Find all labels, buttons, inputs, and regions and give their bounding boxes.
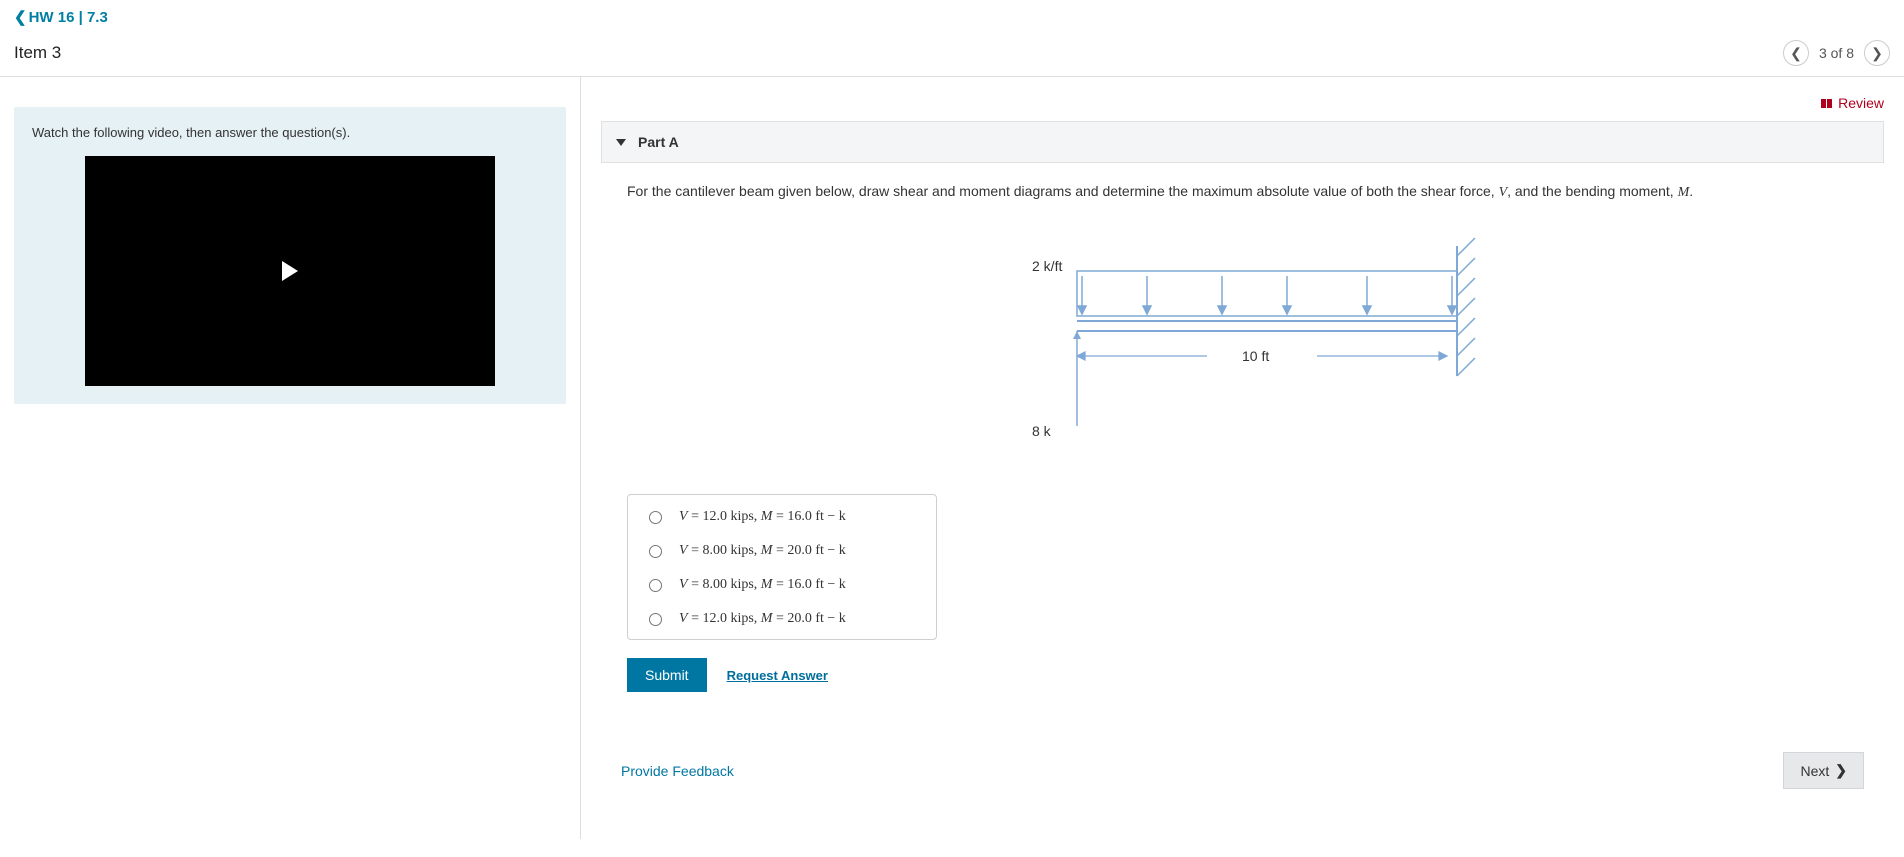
next-item-button[interactable]: ❯ — [1864, 40, 1890, 66]
chevron-left-icon: ❮ — [14, 9, 27, 26]
item-title: Item 3 — [14, 43, 61, 63]
next-button[interactable]: Next ❯ — [1783, 752, 1864, 789]
choice-4[interactable]: V = 12.0 kips, M = 20.0 ft − k — [628, 601, 936, 635]
diagram-load-label: 2 k/ft — [1032, 258, 1062, 274]
choice-4-text: V = 12.0 kips, M = 20.0 ft − k — [679, 609, 846, 627]
instruction-text: Watch the following video, then answer t… — [32, 125, 548, 140]
item-pager: ❮ 3 of 8 ❯ — [1783, 40, 1890, 66]
collapse-icon — [616, 139, 626, 146]
pager-text: 3 of 8 — [1819, 45, 1854, 61]
part-a-header[interactable]: Part A — [601, 121, 1884, 163]
request-answer-link[interactable]: Request Answer — [727, 668, 828, 683]
review-label: Review — [1838, 95, 1884, 111]
breadcrumb-back-link[interactable]: ❮HW 16 | 7.3 — [14, 9, 108, 26]
choice-2[interactable]: V = 8.00 kips, M = 20.0 ft − k — [628, 533, 936, 567]
submit-button[interactable]: Submit — [627, 658, 707, 692]
choice-2-text: V = 8.00 kips, M = 20.0 ft − k — [679, 541, 846, 559]
choice-1[interactable]: V = 12.0 kips, M = 16.0 ft − k — [628, 499, 936, 533]
choice-3-radio[interactable] — [649, 579, 662, 592]
instruction-panel: Watch the following video, then answer t… — [14, 107, 566, 404]
answer-choices: V = 12.0 kips, M = 16.0 ft − k V = 8.00 … — [627, 494, 937, 640]
choice-1-text: V = 12.0 kips, M = 16.0 ft − k — [679, 507, 846, 525]
review-icon — [1821, 99, 1832, 108]
choice-4-radio[interactable] — [649, 613, 662, 626]
play-icon — [282, 261, 298, 281]
diagram-length-label: 10 ft — [1242, 348, 1269, 364]
provide-feedback-link[interactable]: Provide Feedback — [621, 763, 734, 779]
part-a-label: Part A — [638, 134, 679, 150]
beam-diagram: 2 k/ft — [1027, 231, 1858, 464]
choice-2-radio[interactable] — [649, 545, 662, 558]
question-prompt: For the cantilever beam given below, dra… — [627, 183, 1858, 201]
video-player[interactable] — [85, 156, 495, 386]
chevron-right-icon: ❯ — [1835, 762, 1847, 779]
choice-3[interactable]: V = 8.00 kips, M = 16.0 ft − k — [628, 567, 936, 601]
prev-item-button[interactable]: ❮ — [1783, 40, 1809, 66]
next-label: Next — [1800, 763, 1829, 779]
choice-1-radio[interactable] — [649, 511, 662, 524]
review-link[interactable]: Review — [1821, 95, 1884, 111]
part-a-body: For the cantilever beam given below, dra… — [601, 163, 1884, 712]
breadcrumb-label: HW 16 | 7.3 — [29, 9, 108, 26]
choice-3-text: V = 8.00 kips, M = 16.0 ft − k — [679, 575, 846, 593]
diagram-pointload-label: 8 k — [1032, 423, 1052, 439]
